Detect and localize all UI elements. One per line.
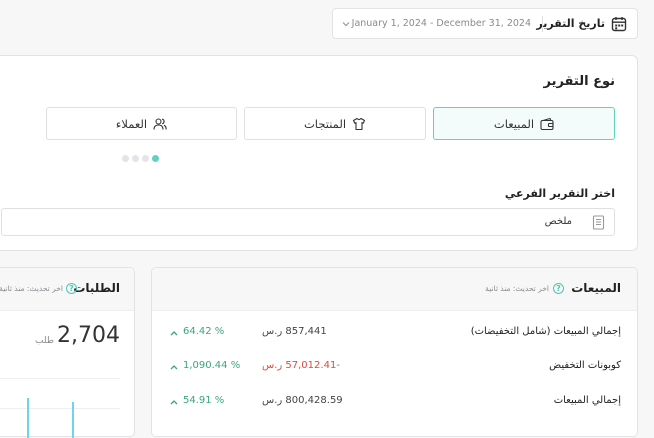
date-range-filter[interactable]: تاريخ التقرير January 1, 2024 - December… bbox=[332, 8, 638, 39]
orders-count: 2,704 bbox=[57, 323, 120, 348]
orders-title: الطلبات bbox=[73, 281, 120, 295]
row-label: إجمالي المبيعات bbox=[553, 395, 621, 406]
date-filter-label: تاريخ التقرير bbox=[536, 17, 605, 30]
chevron-down-icon[interactable] bbox=[342, 20, 350, 28]
sales-summary-card: المبيعات ? اخر تحديث: منذ ثانية إجمالي ا… bbox=[151, 267, 638, 437]
last-updated: اخر تحديث: منذ ثانية bbox=[485, 284, 549, 293]
carousel-dot-active[interactable] bbox=[152, 155, 159, 162]
carousel-dot[interactable] bbox=[132, 155, 139, 162]
row-label: كوبونات التخفيض bbox=[549, 360, 621, 371]
shirt-icon bbox=[352, 117, 366, 130]
carousel-dot[interactable] bbox=[142, 155, 149, 162]
last-updated: اخر تحديث: منذ ثانية bbox=[0, 284, 63, 293]
arrow-up-icon bbox=[170, 400, 178, 405]
orders-card: الطلبات ? اخر تحديث: منذ ثانية 2,704 طلب bbox=[0, 267, 135, 438]
document-icon bbox=[592, 215, 605, 230]
wallet-icon bbox=[540, 117, 554, 130]
chart-gridline bbox=[0, 378, 120, 379]
tab-label: العملاء bbox=[115, 116, 148, 131]
arrow-up-icon bbox=[170, 331, 178, 336]
divider bbox=[542, 16, 543, 32]
tab-label: المبيعات bbox=[493, 116, 535, 131]
sales-card-header: المبيعات ? اخر تحديث: منذ ثانية bbox=[152, 268, 637, 311]
help-icon[interactable]: ? bbox=[66, 283, 77, 294]
row-value: 857,441 ر.س bbox=[262, 326, 327, 337]
orders-unit: طلب bbox=[35, 336, 54, 346]
row-change: 54.91 % bbox=[183, 395, 225, 406]
chart-gridline bbox=[0, 408, 120, 409]
chart-spike bbox=[72, 402, 74, 438]
row-change: 64.42 % bbox=[183, 326, 225, 337]
chart-spike bbox=[27, 398, 29, 438]
subreport-value: ملخص bbox=[544, 216, 572, 227]
carousel-dot[interactable] bbox=[122, 155, 129, 162]
users-icon bbox=[153, 117, 167, 130]
arrow-up-icon bbox=[170, 365, 178, 370]
date-range-value[interactable]: January 1, 2024 - December 31, 2024 bbox=[352, 18, 531, 29]
tab-label: المنتجات bbox=[303, 116, 347, 131]
report-type-title: نوع التقرير bbox=[543, 74, 616, 89]
help-icon[interactable]: ? bbox=[553, 283, 564, 294]
row-change: 1,090.44 % bbox=[183, 360, 241, 371]
row-value: -57,012.41 ر.س bbox=[262, 360, 340, 371]
carousel-dots bbox=[122, 155, 159, 162]
calendar-icon bbox=[611, 17, 627, 32]
orders-card-header: الطلبات ? اخر تحديث: منذ ثانية bbox=[0, 268, 134, 311]
tab-sales[interactable]: المبيعات bbox=[433, 107, 615, 140]
tab-products[interactable]: المنتجات bbox=[244, 107, 426, 140]
tab-customers[interactable]: العملاء bbox=[46, 107, 237, 140]
sales-title: المبيعات bbox=[571, 281, 621, 295]
subreport-select[interactable]: ملخص bbox=[1, 208, 615, 236]
row-value: 800,428.59 ر.س bbox=[262, 395, 343, 406]
report-type-card: نوع التقرير المبيعات المنتجات العملاء اخ… bbox=[0, 55, 638, 251]
subreport-label: اختر التقرير الفرعي bbox=[504, 187, 615, 200]
row-label: إجمالي المبيعات (شامل التخفيضات) bbox=[470, 326, 621, 337]
